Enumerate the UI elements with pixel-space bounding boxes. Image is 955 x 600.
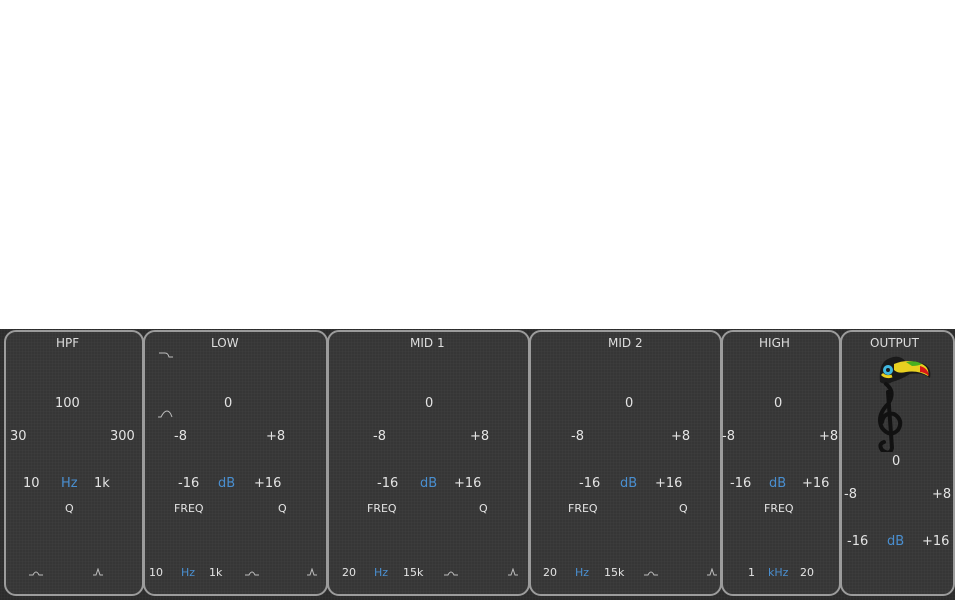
low-unit-label: dB <box>218 476 236 491</box>
mid1-gain-plus8-label: +8 <box>470 429 490 444</box>
mid2-gain-max-label: +16 <box>655 476 683 491</box>
high-freq-min-label: 1 <box>748 566 755 579</box>
peak-narrow-icon[interactable] <box>306 568 318 576</box>
hpf-freq-max-label: 1k <box>94 476 110 491</box>
mid1-freq-label: FREQ <box>367 502 397 515</box>
hpf-unit-label: Hz <box>61 476 78 491</box>
mid2-freq-min-label: 20 <box>543 566 557 579</box>
bell-icon[interactable] <box>157 410 173 418</box>
high-freq-label: FREQ <box>764 502 794 515</box>
high-panel: HIGH 0 -8 +8 -16 dB +16 FREQ 1 kHz 20 <box>721 330 841 596</box>
mid2-title: MID 2 <box>608 336 643 350</box>
mid1-panel: MID 1 0 -8 +8 -16 dB +16 FREQ Q 20 Hz 15… <box>327 330 530 596</box>
low-freq-label: FREQ <box>174 502 204 515</box>
hpf-freq-right-label: 300 <box>110 429 135 444</box>
mid1-gain-max-label: +16 <box>454 476 482 491</box>
output-gain-zero-label: 0 <box>892 454 901 469</box>
mid2-hz-label: Hz <box>575 566 590 579</box>
mid1-hz-label: Hz <box>374 566 389 579</box>
mid1-gain-zero-label: 0 <box>425 396 434 411</box>
mid1-gain-min-label: -16 <box>377 476 399 491</box>
output-gain-max-label: +16 <box>922 534 950 549</box>
low-panel: LOW 0 -8 +8 -16 dB +16 FREQ Q 10 Hz 1k <box>143 330 328 596</box>
mid2-gain-minus8-label: -8 <box>571 429 584 444</box>
mid1-freq-max-label: 15k <box>403 566 424 579</box>
low-freq-min-label: 10 <box>149 566 163 579</box>
high-gain-max-label: +16 <box>802 476 830 491</box>
high-gain-plus8-label: +8 <box>819 429 839 444</box>
low-gain-max-label: +16 <box>254 476 282 491</box>
toucan-treble-clef-logo <box>866 352 934 452</box>
peak-narrow-icon[interactable] <box>92 568 104 576</box>
mid2-unit-label: dB <box>620 476 638 491</box>
low-q-label: Q <box>278 502 287 515</box>
low-freq-max-label: 1k <box>209 566 223 579</box>
mid2-freq-label: FREQ <box>568 502 598 515</box>
high-gain-minus8-label: -8 <box>722 429 735 444</box>
high-gain-zero-label: 0 <box>774 396 783 411</box>
high-freq-max-label: 20 <box>800 566 814 579</box>
peak-narrow-icon[interactable] <box>706 568 718 576</box>
mid2-panel: MID 2 0 -8 +8 -16 dB +16 FREQ Q 20 Hz 15… <box>529 330 722 596</box>
mid2-gain-zero-label: 0 <box>625 396 634 411</box>
low-gain-minus8-label: -8 <box>174 429 187 444</box>
output-gain-plus8-label: +8 <box>932 487 952 502</box>
shelf-icon[interactable] <box>158 351 174 359</box>
low-gain-zero-label: 0 <box>224 396 233 411</box>
output-gain-minus8-label: -8 <box>844 487 857 502</box>
hpf-freq-left-label: 30 <box>10 429 27 444</box>
hpf-panel: HPF 100 30 300 10 Hz 1k Q <box>4 330 144 596</box>
hpf-freq-min-label: 10 <box>23 476 40 491</box>
hpf-freq-mid-label: 100 <box>55 396 80 411</box>
mid2-q-label: Q <box>679 502 688 515</box>
mid1-gain-minus8-label: -8 <box>373 429 386 444</box>
high-khz-label: kHz <box>768 566 789 579</box>
high-gain-min-label: -16 <box>730 476 752 491</box>
output-panel: OUTPUT 0 -8 +8 -16 dB +16 <box>840 330 955 596</box>
high-title: HIGH <box>759 336 790 350</box>
mid1-q-label: Q <box>479 502 488 515</box>
low-gain-min-label: -16 <box>178 476 200 491</box>
output-gain-min-label: -16 <box>847 534 869 549</box>
low-hz-label: Hz <box>181 566 196 579</box>
mid1-freq-min-label: 20 <box>342 566 356 579</box>
low-gain-plus8-label: +8 <box>266 429 286 444</box>
mid1-unit-label: dB <box>420 476 438 491</box>
mid2-gain-min-label: -16 <box>579 476 601 491</box>
peak-wide-icon[interactable] <box>443 568 459 576</box>
output-title: OUTPUT <box>870 336 919 350</box>
mid1-title: MID 1 <box>410 336 445 350</box>
equalizer-strip: HPF 100 30 300 10 Hz 1k Q LOW 0 -8 +8 -1… <box>0 329 955 600</box>
peak-wide-icon[interactable] <box>28 568 44 576</box>
mid2-freq-max-label: 15k <box>604 566 625 579</box>
peak-wide-icon[interactable] <box>244 568 260 576</box>
output-unit-label: dB <box>887 534 905 549</box>
peak-narrow-icon[interactable] <box>507 568 519 576</box>
mid2-gain-plus8-label: +8 <box>671 429 691 444</box>
low-title: LOW <box>211 336 239 350</box>
peak-wide-icon[interactable] <box>643 568 659 576</box>
hpf-q-label: Q <box>65 502 74 515</box>
hpf-title: HPF <box>56 336 80 350</box>
high-unit-label: dB <box>769 476 787 491</box>
